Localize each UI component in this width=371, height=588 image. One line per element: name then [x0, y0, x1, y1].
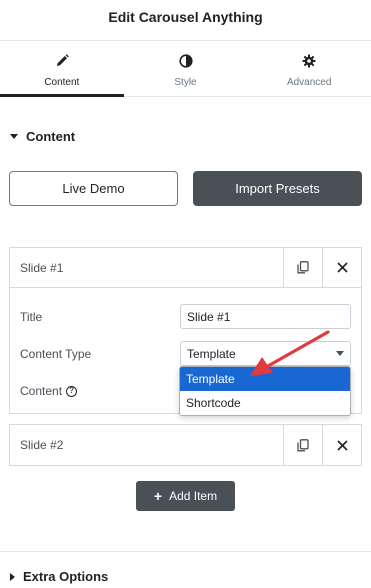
- title-input[interactable]: Slide #1: [180, 304, 351, 329]
- tab-bar: Content Style Advanced: [0, 40, 371, 97]
- copy-icon: [297, 438, 309, 451]
- repeater-item-title: Slide #1: [20, 260, 64, 275]
- content-type-select[interactable]: Template: [180, 341, 351, 366]
- copy-icon: [297, 261, 309, 274]
- tab-content-label: Content: [44, 77, 80, 88]
- tab-advanced[interactable]: Advanced: [247, 41, 371, 96]
- gear-icon: [301, 53, 317, 69]
- repeater-item-header[interactable]: Slide #1: [10, 247, 361, 288]
- caret-right-icon: [10, 572, 15, 581]
- section-divider: [0, 551, 371, 552]
- dropdown-option-shortcode[interactable]: Shortcode: [180, 391, 350, 415]
- remove-button[interactable]: [322, 425, 361, 465]
- pencil-icon: [54, 53, 70, 69]
- content-field-label: Content ?: [20, 384, 78, 398]
- extra-options-title: Extra Options: [23, 569, 109, 584]
- repeater-item-slide-2: Slide #2: [9, 424, 362, 466]
- close-icon: [336, 262, 348, 273]
- repeater-item-header[interactable]: Slide #2: [10, 425, 361, 465]
- content-label-text: Content: [20, 384, 63, 398]
- extra-options-section-toggle[interactable]: Extra Options: [10, 569, 108, 584]
- tab-style[interactable]: Style: [124, 41, 248, 96]
- help-icon[interactable]: ?: [66, 385, 78, 397]
- add-item-label: Add Item: [169, 489, 218, 503]
- repeater-item-title: Slide #2: [20, 438, 64, 452]
- half-circle-icon: [178, 53, 194, 69]
- duplicate-button[interactable]: [283, 425, 322, 465]
- panel-header: Edit Carousel Anything: [0, 0, 371, 33]
- chevron-down-icon: [336, 351, 344, 356]
- plus-icon: +: [153, 488, 163, 504]
- content-section-toggle[interactable]: Content: [10, 129, 75, 144]
- content-type-label: Content Type: [20, 347, 92, 361]
- title-field-label: Title: [20, 310, 43, 324]
- action-buttons: Live Demo Import Presets: [9, 171, 362, 206]
- tab-style-label: Style: [174, 77, 197, 88]
- close-icon: [336, 439, 348, 451]
- dropdown-option-template[interactable]: Template: [180, 367, 350, 391]
- content-section-title: Content: [26, 129, 76, 144]
- caret-down-icon: [10, 134, 18, 139]
- remove-button[interactable]: [322, 247, 361, 288]
- content-type-value: Template: [187, 346, 236, 361]
- live-demo-button[interactable]: Live Demo: [9, 171, 178, 206]
- add-item-button[interactable]: + Add Item: [136, 481, 235, 511]
- tab-content[interactable]: Content: [0, 41, 124, 97]
- panel-title: Edit Carousel Anything: [108, 8, 263, 25]
- duplicate-button[interactable]: [283, 247, 322, 288]
- import-presets-button[interactable]: Import Presets: [193, 171, 362, 206]
- content-type-dropdown: Template Shortcode: [179, 366, 351, 416]
- tab-advanced-label: Advanced: [286, 77, 332, 88]
